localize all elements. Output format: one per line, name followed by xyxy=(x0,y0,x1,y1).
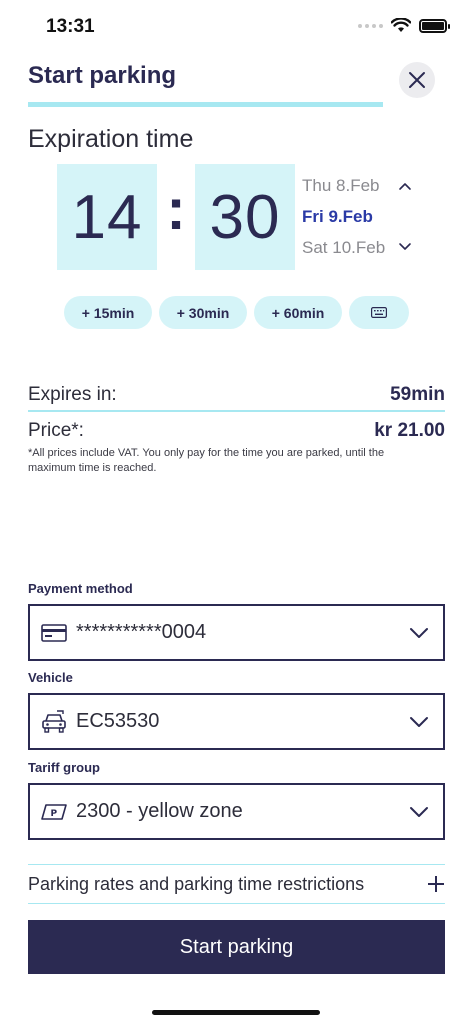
credit-card-icon xyxy=(40,621,68,645)
status-time: 13:31 xyxy=(46,16,95,37)
add-60min-button[interactable]: + 60min xyxy=(254,296,342,329)
chevron-down-icon xyxy=(410,716,428,727)
parking-rates-accordion[interactable]: Parking rates and parking time restricti… xyxy=(28,864,445,904)
svg-text:P: P xyxy=(51,809,58,819)
vehicle-select[interactable]: EC53530 xyxy=(28,693,445,750)
start-parking-button[interactable]: Start parking xyxy=(28,920,445,974)
page-title: Start parking xyxy=(28,62,177,89)
signal-icon xyxy=(358,23,383,28)
vehicle-value: EC53530 xyxy=(76,710,160,732)
price-value: kr 21.00 xyxy=(374,420,445,441)
chevron-up-icon[interactable] xyxy=(397,180,413,192)
car-icon xyxy=(40,709,68,734)
expires-in-label: Expires in: xyxy=(28,384,117,405)
minutes-picker[interactable]: 30 xyxy=(195,164,295,270)
plus-icon xyxy=(428,876,444,892)
vehicle-label: Vehicle xyxy=(28,670,73,685)
payment-method-value: ***********0004 xyxy=(76,621,207,643)
chevron-down-icon xyxy=(410,806,428,817)
date-option-previous[interactable]: Thu 8.Feb xyxy=(302,176,380,196)
expiration-heading: Expiration time xyxy=(28,125,194,153)
payment-method-label: Payment method xyxy=(28,581,133,596)
tariff-group-select[interactable]: P 2300 - yellow zone xyxy=(28,783,445,840)
date-option-next[interactable]: Sat 10.Feb xyxy=(302,238,385,258)
parking-rates-label: Parking rates and parking time restricti… xyxy=(28,873,365,894)
chevron-down-icon[interactable] xyxy=(397,241,413,253)
summary-divider xyxy=(28,410,445,412)
chevron-down-icon xyxy=(410,627,428,638)
tariff-group-value: 2300 - yellow zone xyxy=(76,800,243,822)
battery-icon xyxy=(419,18,450,33)
status-icons xyxy=(358,18,450,33)
home-indicator[interactable] xyxy=(152,1010,320,1015)
close-icon xyxy=(409,72,425,88)
payment-method-select[interactable]: ***********0004 xyxy=(28,604,445,661)
expires-in-value: 59min xyxy=(390,384,445,405)
parking-sign-icon: P xyxy=(40,800,68,824)
date-option-selected[interactable]: Fri 9.Feb xyxy=(302,207,373,227)
title-underline xyxy=(28,102,383,107)
add-30min-button[interactable]: + 30min xyxy=(159,296,247,329)
vat-footnote: *All prices include VAT. You only pay fo… xyxy=(28,447,385,474)
price-label: Price*: xyxy=(28,420,84,441)
keyboard-button[interactable] xyxy=(349,296,409,329)
close-button[interactable] xyxy=(399,62,435,98)
add-15min-button[interactable]: + 15min xyxy=(64,296,152,329)
tariff-group-label: Tariff group xyxy=(28,760,100,775)
keyboard-icon xyxy=(371,307,387,318)
hours-picker[interactable]: 14 xyxy=(57,164,157,270)
wifi-icon xyxy=(391,18,411,32)
time-separator: : xyxy=(166,177,186,242)
